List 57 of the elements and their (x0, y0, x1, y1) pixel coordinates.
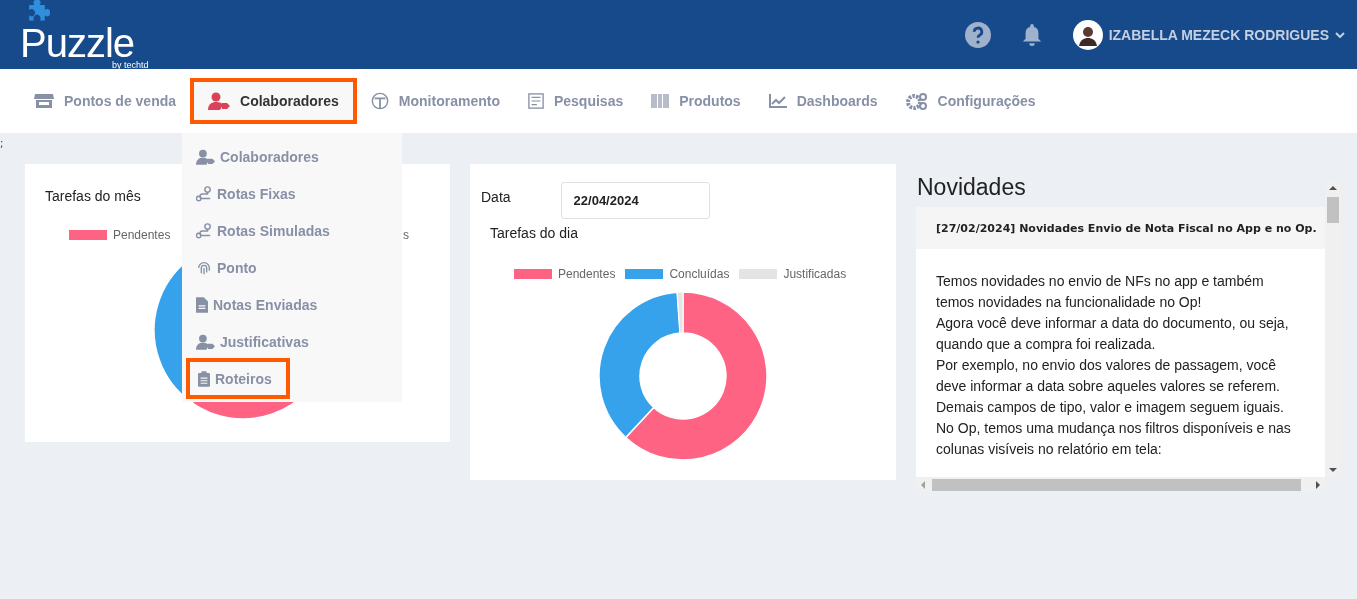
card-title: Tarefas do mês (45, 188, 141, 204)
nav-tab[interactable]: Monitoramento (356, 78, 514, 124)
news-paragraph: Demais campos de tipo, valor e imagem seguem iguais. (936, 398, 1285, 417)
user-menu[interactable]: IZABELLA MEZECK RODRIGUES (1072, 19, 1345, 50)
clipboard-icon (198, 370, 210, 387)
nav-tab[interactable]: Produtos (637, 78, 755, 124)
news-paragraph: Temos novidades no envio de NFs no app e também temos novidades na funcionalidade no Op! (936, 272, 1265, 312)
nav-tab[interactable]: Pontos de venda (20, 78, 191, 124)
legend-label: Pendentes (558, 267, 616, 281)
menu-item[interactable]: Colaboradores (186, 138, 329, 175)
date-label: Data (481, 189, 511, 205)
document-icon (196, 296, 208, 313)
news-paragraph: Agora você deve informar a data do documento, ou seja, quando que a compra foi realizada. (936, 314, 1290, 354)
menu-item[interactable]: Justificativas (186, 323, 319, 360)
date-field[interactable]: 22/04/2024 (560, 182, 710, 219)
help-icon[interactable] (964, 21, 991, 48)
nav-tab[interactable]: Configurações (891, 78, 1050, 124)
news-paragraph: No Op, temos uma mudança nos filtros disponíveis e nas colunas visíveis no relatório em tela: (936, 419, 1292, 459)
user-tag-icon (196, 333, 215, 350)
caret-icon (1335, 31, 1345, 38)
gears-icon (905, 92, 928, 110)
legend-label: Pendentes (113, 228, 171, 242)
route-icon (196, 222, 212, 239)
barcode-icon (651, 94, 670, 108)
scroll-left-icon[interactable] (919, 480, 927, 489)
news-title: Novidades (917, 173, 1026, 200)
vertical-scrollbar[interactable] (1325, 181, 1341, 477)
user-tag-icon (208, 92, 231, 110)
menu-item[interactable]: Roteiros (186, 358, 290, 399)
scroll-up-icon[interactable] (1329, 184, 1337, 192)
news-paragraph: Por exemplo, no envio dos valores de passagem, você deve informar a data sobre aqueles valores se referem. (936, 356, 1281, 396)
chart-line-icon (768, 94, 787, 108)
user-tag-icon (196, 148, 215, 165)
globe-icon (370, 92, 389, 110)
nav-tab[interactable]: Pesquisas (513, 78, 638, 124)
card-title: Tarefas do dia (490, 225, 578, 241)
scroll-right-icon[interactable] (1314, 480, 1322, 489)
fingerprint-icon (196, 259, 212, 276)
legend-label: Justificadas (783, 267, 847, 281)
nav-tab[interactable]: Dashboards (754, 78, 892, 124)
news-item-title: [27/02/2024] Novidades Envio de Nota Fiscal no App e no Op. (936, 221, 1317, 235)
scroll-down-icon[interactable] (1329, 466, 1337, 474)
legend-label: s (403, 228, 409, 242)
menu-item[interactable]: Notas Enviadas (186, 286, 328, 323)
legend-label: Concluídas (669, 267, 730, 281)
stray-mark: ; (0, 138, 4, 149)
scrollbar-thumb[interactable] (1327, 197, 1339, 223)
form-icon (527, 93, 544, 109)
avatar-icon (1072, 19, 1103, 50)
scrollbar-thumb[interactable] (932, 478, 1301, 491)
menu-item[interactable]: Rotas Fixas (186, 175, 306, 212)
menu-item[interactable]: Rotas Simuladas (186, 212, 340, 249)
menu-item[interactable]: Ponto (186, 249, 267, 286)
route-icon (196, 185, 212, 202)
horizontal-scrollbar[interactable] (916, 477, 1325, 492)
nav-tab[interactable]: Colaboradores (190, 78, 357, 124)
store-icon (34, 93, 54, 109)
